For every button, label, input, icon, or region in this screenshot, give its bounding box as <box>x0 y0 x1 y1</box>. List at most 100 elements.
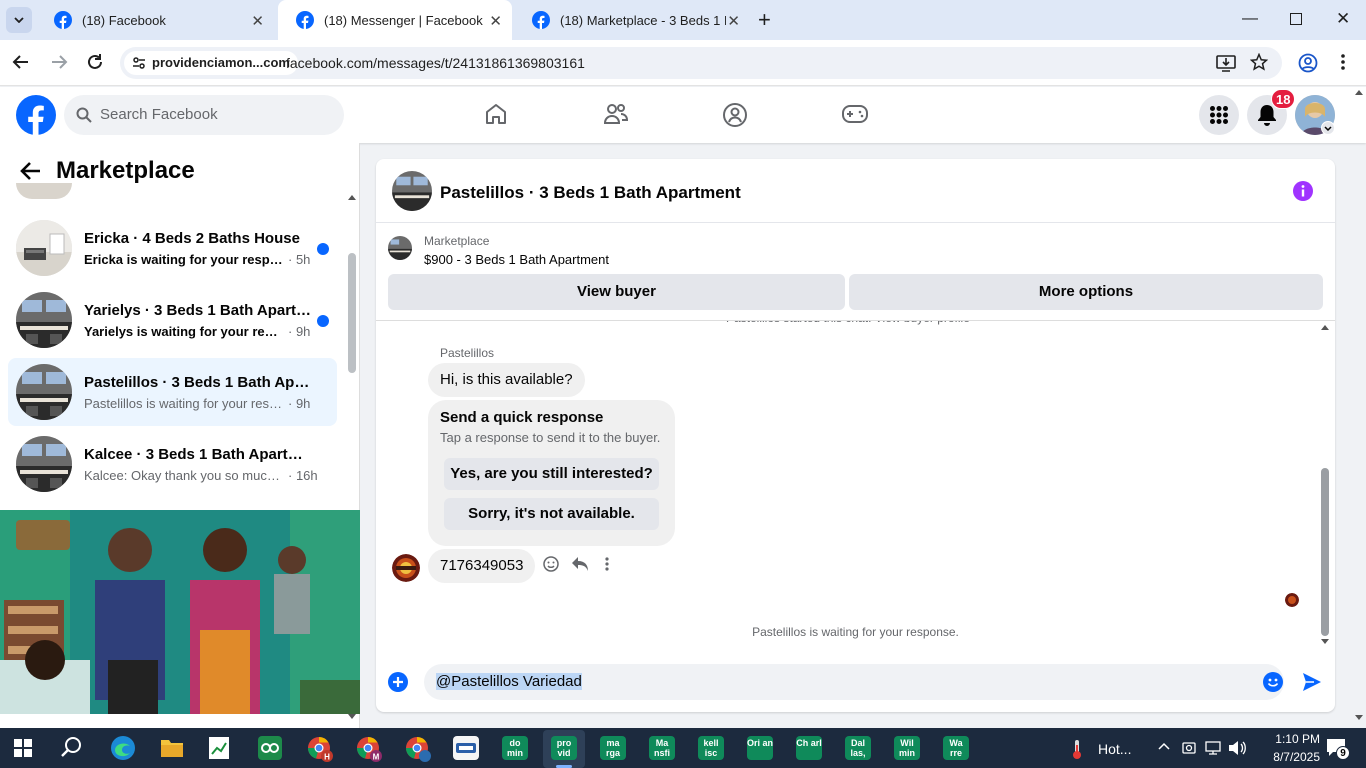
taskbar-abc-app[interactable] <box>453 736 479 760</box>
quick-reply-still-interested[interactable]: Yes, are you still interested? <box>444 458 659 490</box>
scroll-up-arrow[interactable] <box>348 195 356 200</box>
site-info-chip[interactable]: providenciamon...com <box>124 51 298 75</box>
send-button[interactable] <box>1302 672 1322 692</box>
weather-widget[interactable]: Hot... <box>1068 738 1131 760</box>
taskbar-chrome-h[interactable]: H <box>307 736 333 762</box>
back-button[interactable] <box>12 53 30 71</box>
open-more-actions-button[interactable] <box>388 672 408 692</box>
nav-home[interactable] <box>484 102 508 126</box>
facebook-search-input[interactable]: Search Facebook <box>64 95 344 135</box>
pip-video-player[interactable] <box>0 510 360 714</box>
incoming-message-bubble[interactable]: Hi, is this available? <box>428 363 585 397</box>
tab-title: (18) Messenger | Facebook <box>324 12 483 28</box>
menu-button[interactable] <box>1199 95 1239 135</box>
close-window-button[interactable]: ✕ <box>1336 9 1350 29</box>
taskbar-chrome-m[interactable]: M <box>356 736 382 762</box>
taskbar-app-do-min[interactable]: do min <box>502 736 528 760</box>
react-button[interactable] <box>543 556 559 572</box>
abc-app-icon <box>456 743 476 753</box>
chat-listing-avatar[interactable] <box>392 171 432 211</box>
unread-dot <box>317 315 329 327</box>
taskbar-app-wa-rre[interactable]: Wa rre <box>943 736 969 760</box>
incoming-message-bubble[interactable]: 7176349053 <box>428 549 536 583</box>
sender-avatar[interactable] <box>392 554 420 582</box>
scroll-up-arrow[interactable] <box>1321 325 1329 330</box>
reload-button[interactable] <box>86 53 104 71</box>
taskbar-chrome-globe[interactable] <box>405 736 431 762</box>
chevron-down-icon <box>14 17 24 23</box>
close-tab-icon[interactable]: ✕ <box>727 12 740 30</box>
sender-profile-icon <box>392 554 420 582</box>
facebook-logo[interactable] <box>16 95 56 135</box>
taskbar-app-wil-min[interactable]: Wil min <box>894 736 920 760</box>
scrollbar-thumb[interactable] <box>1321 468 1329 636</box>
minimize-window-button[interactable]: — <box>1242 10 1258 28</box>
conversation-item-kalcee[interactable]: Kalcee · 3 Beds 1 Bath Apartment Kalcee:… <box>8 430 337 498</box>
tab-search-button[interactable] <box>6 7 32 33</box>
taskbar-app-pro-vid[interactable]: pro vid <box>551 736 577 760</box>
back-arrow-button[interactable] <box>20 160 42 182</box>
taskbar-spreadsheet[interactable] <box>208 736 230 760</box>
notification-center-button[interactable]: 9 <box>1326 738 1350 760</box>
taskbar-app-ori-an[interactable]: Ori an <box>747 736 773 760</box>
scroll-up-arrow[interactable] <box>1355 90 1363 95</box>
more-options-button[interactable]: More options <box>849 274 1323 310</box>
listing-thumbnail-small[interactable] <box>388 236 412 260</box>
close-tab-icon[interactable]: ✕ <box>489 12 502 30</box>
quick-reply-not-available[interactable]: Sorry, it's not available. <box>444 498 659 530</box>
notification-badge: 18 <box>1271 89 1296 109</box>
conversation-item-yarielys[interactable]: Yarielys · 3 Beds 1 Bath Apartm... Yarie… <box>8 286 337 354</box>
scroll-down-arrow[interactable] <box>1355 715 1363 720</box>
taskbar-file-explorer[interactable] <box>160 737 184 759</box>
nav-gaming[interactable] <box>842 104 868 124</box>
show-hidden-icons-button[interactable] <box>1158 742 1170 750</box>
taskbar-app-kell-isc[interactable]: kell isc <box>698 736 724 760</box>
tab-messenger[interactable]: (18) Messenger | Facebook ✕ <box>278 0 512 40</box>
tray-network-icon[interactable] <box>1204 740 1222 756</box>
tab-marketplace[interactable]: (18) Marketplace - 3 Beds 1 Bath ✕ <box>514 0 750 40</box>
nav-groups[interactable] <box>722 102 748 128</box>
star-icon <box>1250 53 1268 71</box>
conversation-info-button[interactable] <box>1293 181 1313 201</box>
browser-menu-button[interactable] <box>1340 53 1346 71</box>
url-text[interactable]: facebook.com/messages/t/2413186136980316… <box>286 55 585 71</box>
new-tab-button[interactable]: + <box>758 9 771 31</box>
nav-friends[interactable] <box>603 102 629 126</box>
taskbar-app-ma-rga[interactable]: ma rga <box>600 736 626 760</box>
bookmark-star-button[interactable] <box>1250 53 1268 71</box>
message-composer-input[interactable]: @Pastelillos Variedad <box>424 664 1284 700</box>
forward-button[interactable] <box>50 53 68 71</box>
taskbar-app-ma-nsfi[interactable]: Ma nsfi <box>649 736 675 760</box>
chat-title[interactable]: Pastelillos · 3 Beds 1 Bath Apartment <box>440 183 741 203</box>
conversation-time: · 9h <box>288 324 311 339</box>
list-item[interactable] <box>16 183 72 199</box>
taskbar-app-green[interactable] <box>258 736 282 760</box>
account-menu-chevron[interactable] <box>1321 121 1335 135</box>
taskbar-search-button[interactable] <box>61 736 83 758</box>
taskbar-app-ch-arl[interactable]: Ch arl <box>796 736 822 760</box>
message-more-button[interactable] <box>605 557 609 571</box>
conversation-item-pastelillos[interactable]: Pastelillos · 3 Beds 1 Bath Apart... Pas… <box>8 358 337 426</box>
clock-date[interactable]: 8/7/2025 <box>1250 750 1320 764</box>
taskbar-edge[interactable] <box>110 735 136 761</box>
clock-time[interactable]: 1:10 PM <box>1250 732 1320 746</box>
scroll-down-arrow[interactable] <box>348 714 356 719</box>
restore-window-button[interactable] <box>1290 13 1302 25</box>
page-scrollbar[interactable] <box>1354 90 1364 722</box>
view-buyer-button[interactable]: View buyer <box>388 274 845 310</box>
conversation-item-ericka[interactable]: Ericka · 4 Beds 2 Baths House Ericka is … <box>8 214 337 282</box>
scrollbar-thumb[interactable] <box>348 253 356 373</box>
profile-button[interactable] <box>1298 53 1318 73</box>
emoji-button[interactable] <box>1263 672 1283 692</box>
start-button[interactable] <box>14 739 32 757</box>
close-tab-icon[interactable]: ✕ <box>251 12 264 30</box>
taskbar-app-dal-las[interactable]: Dal las, <box>845 736 871 760</box>
install-app-button[interactable] <box>1216 54 1236 72</box>
scroll-down-arrow[interactable] <box>1321 639 1329 644</box>
reply-button[interactable] <box>571 556 589 572</box>
chat-scrollbar[interactable] <box>1320 325 1330 647</box>
listing-title[interactable]: $900 - 3 Beds 1 Bath Apartment <box>424 252 609 267</box>
tray-volume-icon[interactable] <box>1228 740 1246 756</box>
tray-camera-icon[interactable] <box>1182 740 1196 756</box>
tab-facebook[interactable]: (18) Facebook ✕ <box>36 0 274 40</box>
